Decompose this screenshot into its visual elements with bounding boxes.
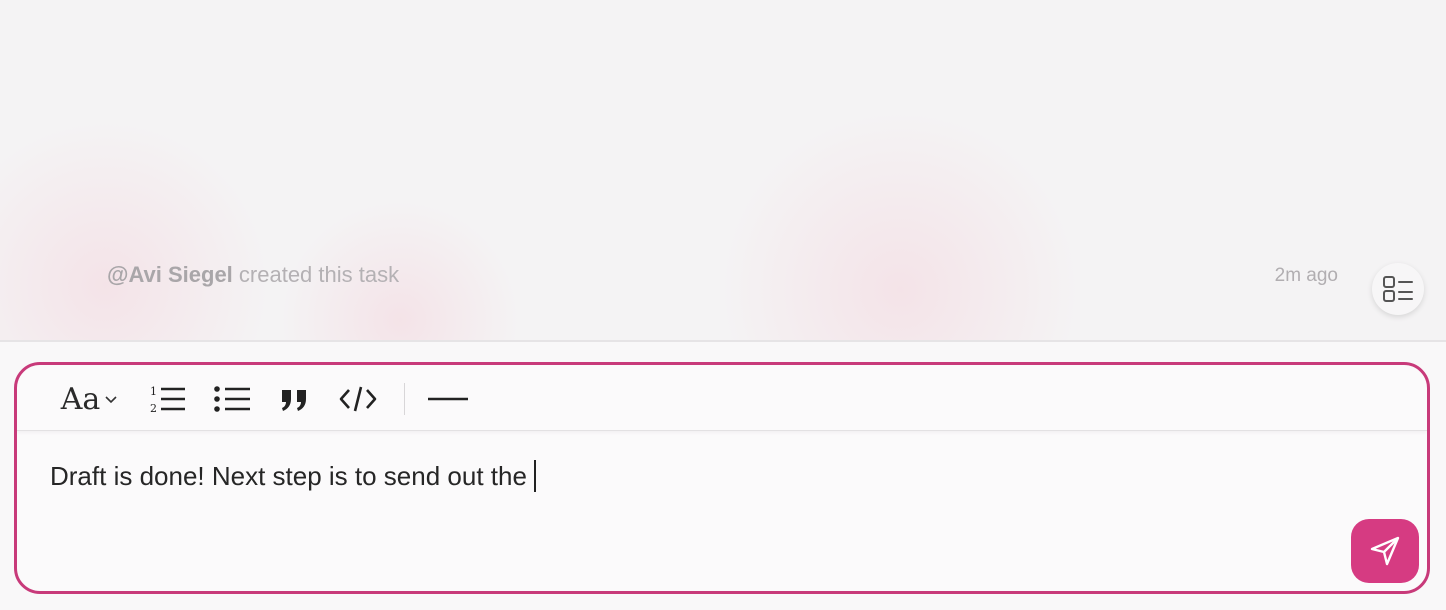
- horizontal-rule-icon: [428, 397, 468, 401]
- quote-button[interactable]: [275, 379, 315, 419]
- activity-timestamp: 2m ago: [1274, 265, 1338, 286]
- send-icon: [1370, 536, 1400, 566]
- comment-input[interactable]: Draft is done! Next step is to send out …: [50, 460, 536, 492]
- numbered-list-button[interactable]: 1 2: [145, 379, 189, 419]
- svg-text:1: 1: [150, 385, 157, 398]
- toggle-details-button[interactable]: [1372, 263, 1424, 315]
- user-mention[interactable]: @Avi Siegel: [107, 262, 233, 287]
- bullet-list-button[interactable]: [210, 379, 254, 419]
- comment-input-text: Draft is done! Next step is to send out …: [50, 460, 527, 491]
- font-style-label: Aa: [60, 381, 101, 417]
- horizontal-rule-button[interactable]: [425, 379, 471, 419]
- text-caret: [533, 460, 536, 492]
- code-button[interactable]: [336, 379, 380, 419]
- code-icon: [339, 386, 377, 412]
- quote-icon: [282, 390, 306, 411]
- activity-entry: @Avi Siegel created this task: [107, 262, 399, 288]
- toolbar-separator: [404, 383, 405, 415]
- svg-text:2: 2: [150, 402, 157, 415]
- font-style-button[interactable]: Aa: [57, 379, 123, 419]
- checklist-icon: [1383, 276, 1413, 302]
- activity-feed: @Avi Siegel created this task 2m ago: [0, 0, 1446, 341]
- chevron-down-icon: [105, 396, 117, 404]
- activity-text: created this task: [232, 262, 400, 287]
- background-decoration: [0, 120, 270, 341]
- formatting-toolbar: Aa 1 2: [17, 365, 1427, 431]
- send-button[interactable]: [1351, 519, 1419, 583]
- bullet-list-icon: [214, 386, 250, 412]
- numbered-list-icon: 1 2: [150, 385, 185, 415]
- background-decoration: [720, 110, 1080, 341]
- comment-composer: Aa 1 2 Draft is done! Next step is to se…: [14, 362, 1430, 594]
